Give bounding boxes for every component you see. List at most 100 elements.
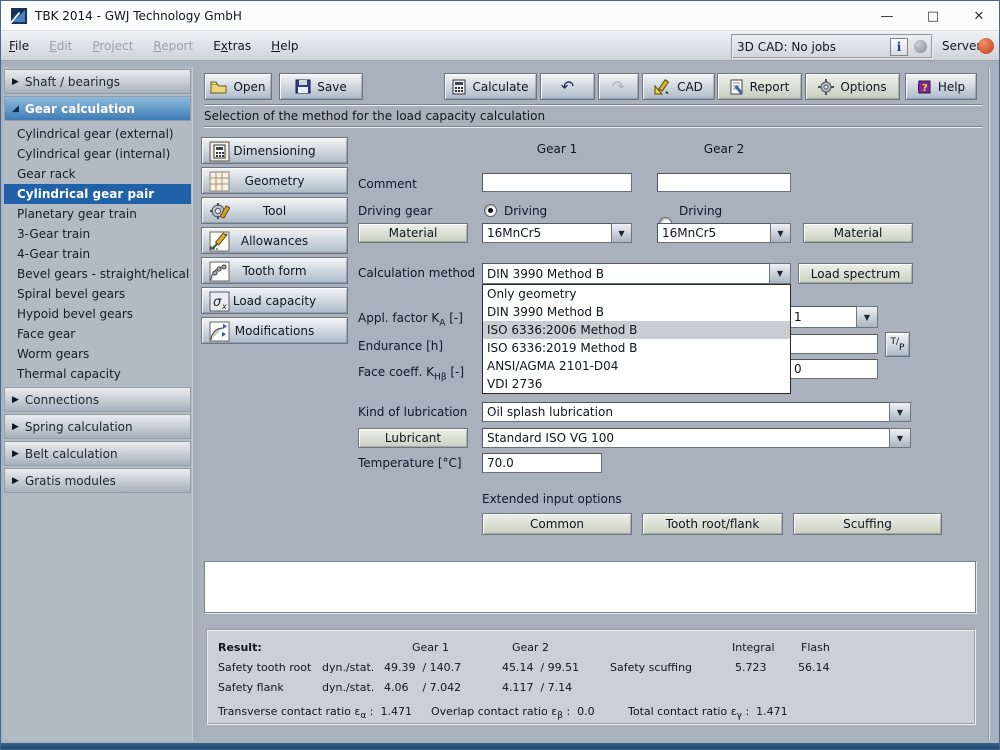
load-spectrum-button[interactable]: Load spectrum (798, 263, 913, 284)
comment-gear2-input[interactable] (657, 173, 791, 192)
result-row-name: Safety flank (218, 681, 284, 694)
undo-icon: ↶ (560, 77, 575, 96)
open-button[interactable]: Open (204, 73, 272, 100)
help-button[interactable]: ? Help (905, 73, 977, 100)
modifications-icon (209, 321, 230, 342)
driving-gear1-radio[interactable] (484, 204, 497, 217)
result-scuffing-integral: 5.723 (735, 661, 767, 674)
svg-text:σ: σ (213, 295, 222, 310)
minimize-button[interactable]: — (865, 1, 909, 31)
info-icon[interactable]: i (890, 37, 908, 56)
sidebar-item-bevel-gears[interactable]: Bevel gears - straight/helical (4, 264, 191, 284)
lubrication-select[interactable]: Oil splash lubrication ▼ (482, 402, 911, 422)
comment-gear1-input[interactable] (482, 173, 632, 192)
sidebar-section-gear-calculation[interactable]: ◢ Gear calculation (4, 96, 191, 121)
sidebar-item-gear-rack[interactable]: Gear rack (4, 164, 191, 184)
face-coefficient-label: Face coeff. KHβ [-] (358, 365, 465, 383)
chevron-down-icon[interactable]: ▼ (889, 402, 911, 422)
report-button[interactable]: Report (717, 73, 802, 100)
dropdown-option[interactable]: DIN 3990 Method B (483, 303, 790, 321)
dropdown-option[interactable]: ANSI/AGMA 2101-D04 (483, 357, 790, 375)
dropdown-option[interactable]: ISO 6336:2019 Method B (483, 339, 790, 357)
chevron-expanded-icon: ◢ (12, 103, 19, 114)
options-button[interactable]: Options (805, 73, 900, 100)
calculate-button[interactable]: Calculate (444, 73, 537, 100)
sidebar-item-spiral-bevel-gears[interactable]: Spiral bevel gears (4, 284, 191, 304)
undo-button[interactable]: ↶ (540, 73, 595, 100)
menu-file[interactable]: File (9, 39, 29, 53)
modifications-button[interactable]: Modifications (201, 317, 348, 344)
redo-button[interactable]: ↷ (598, 73, 639, 100)
sidebar-section-shaft-bearings[interactable]: ▶ Shaft / bearings (4, 69, 191, 94)
maximize-button[interactable]: □ (911, 1, 955, 31)
sidebar-section-belt-calculation[interactable]: ▶ Belt calculation (4, 441, 191, 466)
transverse-contact-ratio: Transverse contact ratio εα : 1.471 (218, 705, 412, 722)
sidebar-item-face-gear[interactable]: Face gear (4, 324, 191, 344)
driving-gear1-label: Driving (504, 204, 548, 218)
tool-button[interactable]: Tool (201, 197, 348, 224)
sidebar-item-3-gear-train[interactable]: 3-Gear train (4, 224, 191, 244)
calculation-method-label: Calculation method (358, 266, 476, 280)
save-button[interactable]: Save (279, 73, 363, 100)
material-gear1-select[interactable]: 16MnCr5 ▼ (482, 223, 632, 243)
sidebar-section-spring-calculation[interactable]: ▶ Spring calculation (4, 414, 191, 439)
sidebar-item-cylindrical-gear-external[interactable]: Cylindrical gear (external) (4, 124, 191, 144)
chevron-down-icon[interactable]: ▼ (611, 223, 632, 243)
application-factor-label: Appl. factor KA [-] (358, 311, 463, 329)
chevron-down-icon[interactable]: ▼ (856, 306, 878, 328)
temperature-label: Temperature [°C] (358, 456, 462, 470)
chevron-down-icon[interactable]: ▼ (770, 223, 791, 243)
sidebar-item-planetary-gear-train[interactable]: Planetary gear train (4, 204, 191, 224)
menu-help[interactable]: Help (271, 39, 298, 53)
tooth-root-flank-button[interactable]: Tooth root/flank (642, 513, 783, 535)
chevron-down-icon[interactable]: ▼ (889, 428, 911, 448)
content-right-edge (988, 69, 990, 741)
sidebar-item-cylindrical-gear-pair[interactable]: Cylindrical gear pair (4, 184, 191, 204)
sidebar-item-worm-gears[interactable]: Worm gears (4, 344, 191, 364)
application-factor-select[interactable]: 1 ▼ (789, 306, 878, 328)
calculation-method-select[interactable]: DIN 3990 Method B ▼ (482, 263, 791, 284)
face-coefficient-input[interactable] (789, 359, 878, 379)
lubricant-select[interactable]: Standard ISO VG 100 ▼ (482, 428, 911, 448)
sidebar-item-cylindrical-gear-internal[interactable]: Cylindrical gear (internal) (4, 144, 191, 164)
header-divider-bottom (204, 126, 983, 128)
chevron-right-icon: ▶ (12, 76, 19, 87)
sidebar-item-hypoid-bevel-gears[interactable]: Hypoid bevel gears (4, 304, 191, 324)
endurance-input[interactable] (789, 334, 878, 354)
sidebar-item-thermal-capacity[interactable]: Thermal capacity (4, 364, 191, 384)
result-row-gear2-value: 4.117 / 7.14 (502, 681, 573, 694)
tooth-form-icon (209, 261, 230, 282)
sidebar-section-connections[interactable]: ▶ Connections (4, 387, 191, 412)
material-gear2-button[interactable]: Material (803, 223, 913, 243)
result-scuffing-label: Safety scuffing (610, 661, 693, 674)
close-button[interactable]: ✕ (957, 1, 999, 31)
sidebar-section-gratis-modules[interactable]: ▶ Gratis modules (4, 468, 191, 493)
material-gear2-select[interactable]: 16MnCr5 ▼ (657, 223, 791, 243)
sidebar-item-4-gear-train[interactable]: 4-Gear train (4, 244, 191, 264)
geometry-button[interactable]: Geometry (201, 167, 348, 194)
torque-power-toggle-button[interactable]: T/P (885, 332, 910, 357)
extended-options-label: Extended input options (482, 492, 622, 506)
menu-report: Report (153, 38, 194, 53)
dropdown-option[interactable]: Only geometry (483, 285, 790, 303)
menu-extras[interactable]: Extras (213, 39, 251, 53)
result-row-gear1-value: 49.39 / 140.7 (384, 661, 462, 674)
common-button[interactable]: Common (482, 513, 632, 535)
dropdown-option-highlighted[interactable]: ISO 6336:2006 Method B (483, 321, 790, 339)
driving-gear-label: Driving gear (358, 204, 433, 218)
dropdown-option[interactable]: VDI 2736 (483, 375, 790, 393)
tooth-form-button[interactable]: Tooth form (201, 257, 348, 284)
cad-button[interactable]: CAD (642, 73, 715, 100)
allowances-button[interactable]: Allowances (201, 227, 348, 254)
material-gear1-button[interactable]: Material (358, 223, 468, 243)
result-title: Result: (218, 641, 262, 654)
load-capacity-button[interactable]: σx Load capacity (201, 287, 348, 314)
page-title: Selection of the method for the load cap… (204, 109, 546, 123)
result-row-name: Safety tooth root (218, 661, 312, 674)
scuffing-button[interactable]: Scuffing (793, 513, 942, 535)
temperature-input[interactable] (482, 453, 602, 473)
calculation-method-dropdown: Only geometry DIN 3990 Method B ISO 6336… (482, 284, 791, 394)
dimensioning-button[interactable]: Dimensioning (201, 137, 348, 164)
chevron-down-icon[interactable]: ▼ (769, 263, 791, 284)
lubricant-button[interactable]: Lubricant (358, 428, 468, 448)
